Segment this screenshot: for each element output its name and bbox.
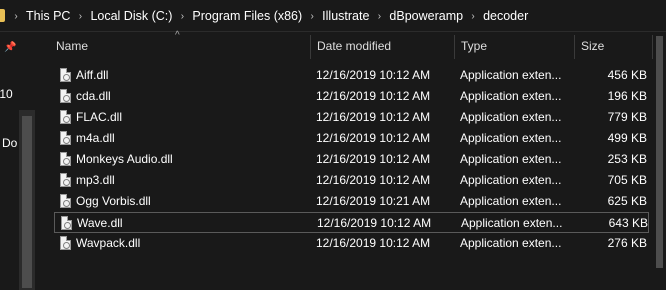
address-bar[interactable]: › This PC › Local Disk (C:) › Program Fi… [0, 0, 666, 32]
breadcrumb-item-dbpoweramp[interactable]: dBpoweramp [387, 9, 465, 23]
file-row-selected[interactable]: Wave.dll 12/16/2019 10:12 AM Application… [54, 212, 649, 233]
dll-file-icon [60, 236, 71, 250]
file-size: 196 KB [607, 89, 647, 103]
file-row[interactable]: Monkeys Audio.dll 12/16/2019 10:12 AM Ap… [54, 149, 649, 170]
file-size: 499 KB [607, 131, 647, 145]
vertical-scrollbar[interactable] [653, 32, 666, 290]
chevron-right-icon[interactable]: › [8, 11, 24, 22]
file-name: FLAC.dll [76, 110, 123, 124]
file-type: Application exten... [460, 152, 562, 166]
chevron-right-icon[interactable]: › [72, 11, 88, 22]
column-divider[interactable] [310, 35, 311, 59]
chevron-right-icon[interactable]: › [174, 11, 190, 22]
file-date-modified: 12/16/2019 10:21 AM [316, 194, 431, 208]
breadcrumb-item-this-pc[interactable]: This PC [24, 9, 72, 23]
file-date-modified: 12/16/2019 10:12 AM [316, 89, 431, 103]
file-name: mp3.dll [76, 173, 115, 187]
file-date-modified: 12/16/2019 10:12 AM [317, 216, 432, 230]
breadcrumb-item-program-files[interactable]: Program Files (x86) [190, 9, 304, 23]
file-row[interactable]: Wavpack.dll 12/16/2019 10:12 AM Applicat… [54, 233, 649, 254]
file-type: Application exten... [460, 236, 562, 250]
dll-file-icon [60, 68, 71, 82]
file-name: Aiff.dll [76, 68, 109, 82]
file-date-modified: 12/16/2019 10:12 AM [316, 152, 431, 166]
file-type: Application exten... [460, 110, 562, 124]
file-date-modified: 12/16/2019 10:12 AM [316, 110, 431, 124]
column-header-date-modified[interactable]: Date modified [317, 32, 391, 60]
dll-file-icon [61, 216, 72, 230]
file-date-modified: 12/16/2019 10:12 AM [316, 131, 431, 145]
file-name: Monkeys Audio.dll [76, 152, 173, 166]
sort-ascending-icon: ^ [175, 30, 180, 41]
folder-icon [0, 9, 5, 22]
file-type: Application exten... [460, 131, 562, 145]
file-date-modified: 12/16/2019 10:12 AM [316, 236, 431, 250]
file-row[interactable]: Ogg Vorbis.dll 12/16/2019 10:21 AM Appli… [54, 191, 649, 212]
breadcrumb-item-illustrate[interactable]: Illustrate [320, 9, 371, 23]
file-type: Application exten... [460, 68, 562, 82]
nav-scrollbar-thumb[interactable] [22, 116, 32, 288]
file-name: Wavpack.dll [76, 236, 141, 250]
column-divider[interactable] [454, 35, 455, 59]
file-row[interactable]: cda.dll 12/16/2019 10:12 AM Application … [54, 86, 649, 107]
file-row[interactable]: Aiff.dll 12/16/2019 10:12 AM Application… [54, 65, 649, 86]
file-type: Application exten... [461, 216, 563, 230]
pin-icon[interactable]: 📌 [4, 42, 16, 53]
vertical-scrollbar-thumb[interactable] [656, 36, 663, 268]
file-size: 276 KB [607, 236, 647, 250]
chevron-right-icon[interactable]: › [465, 11, 481, 22]
dll-file-icon [60, 89, 71, 103]
breadcrumb-item-local-disk[interactable]: Local Disk (C:) [88, 9, 174, 23]
file-type: Application exten... [460, 173, 562, 187]
file-size: 253 KB [607, 152, 647, 166]
nav-item-partial[interactable]: s 10 [0, 87, 13, 101]
file-name: m4a.dll [76, 131, 115, 145]
file-name: Ogg Vorbis.dll [76, 194, 151, 208]
file-row[interactable]: mp3.dll 12/16/2019 10:12 AM Application … [54, 170, 649, 191]
file-date-modified: 12/16/2019 10:12 AM [316, 173, 431, 187]
column-header-size[interactable]: Size [581, 32, 604, 60]
dll-file-icon [60, 110, 71, 124]
breadcrumb-item-decoder[interactable]: decoder [481, 9, 530, 23]
file-size: 625 KB [607, 194, 647, 208]
chevron-right-icon[interactable]: › [304, 11, 320, 22]
file-size: 456 KB [607, 68, 647, 82]
dll-file-icon [60, 152, 71, 166]
file-size: 643 KB [608, 216, 648, 230]
column-header-name[interactable]: Name [56, 32, 88, 60]
chevron-right-icon[interactable]: › [371, 11, 387, 22]
file-size: 705 KB [607, 173, 647, 187]
nav-item-partial[interactable]: e Do [0, 136, 17, 150]
file-row[interactable]: m4a.dll 12/16/2019 10:12 AM Application … [54, 128, 649, 149]
file-row[interactable]: FLAC.dll 12/16/2019 10:12 AM Application… [54, 107, 649, 128]
dll-file-icon [60, 131, 71, 145]
column-header-row: ^ Name Date modified Type Size [36, 30, 666, 60]
file-explorer-window: › This PC › Local Disk (C:) › Program Fi… [0, 0, 666, 290]
column-header-type[interactable]: Type [461, 32, 487, 60]
file-name: cda.dll [76, 89, 111, 103]
file-date-modified: 12/16/2019 10:12 AM [316, 68, 431, 82]
dll-file-icon [60, 194, 71, 208]
file-size: 779 KB [607, 110, 647, 124]
breadcrumb: › This PC › Local Disk (C:) › Program Fi… [8, 0, 530, 32]
dll-file-icon [60, 173, 71, 187]
navigation-pane: 📌 s 10 e Do [0, 32, 36, 290]
file-type: Application exten... [460, 89, 562, 103]
file-name: Wave.dll [77, 216, 123, 230]
file-type: Application exten... [460, 194, 562, 208]
column-divider[interactable] [574, 35, 575, 59]
